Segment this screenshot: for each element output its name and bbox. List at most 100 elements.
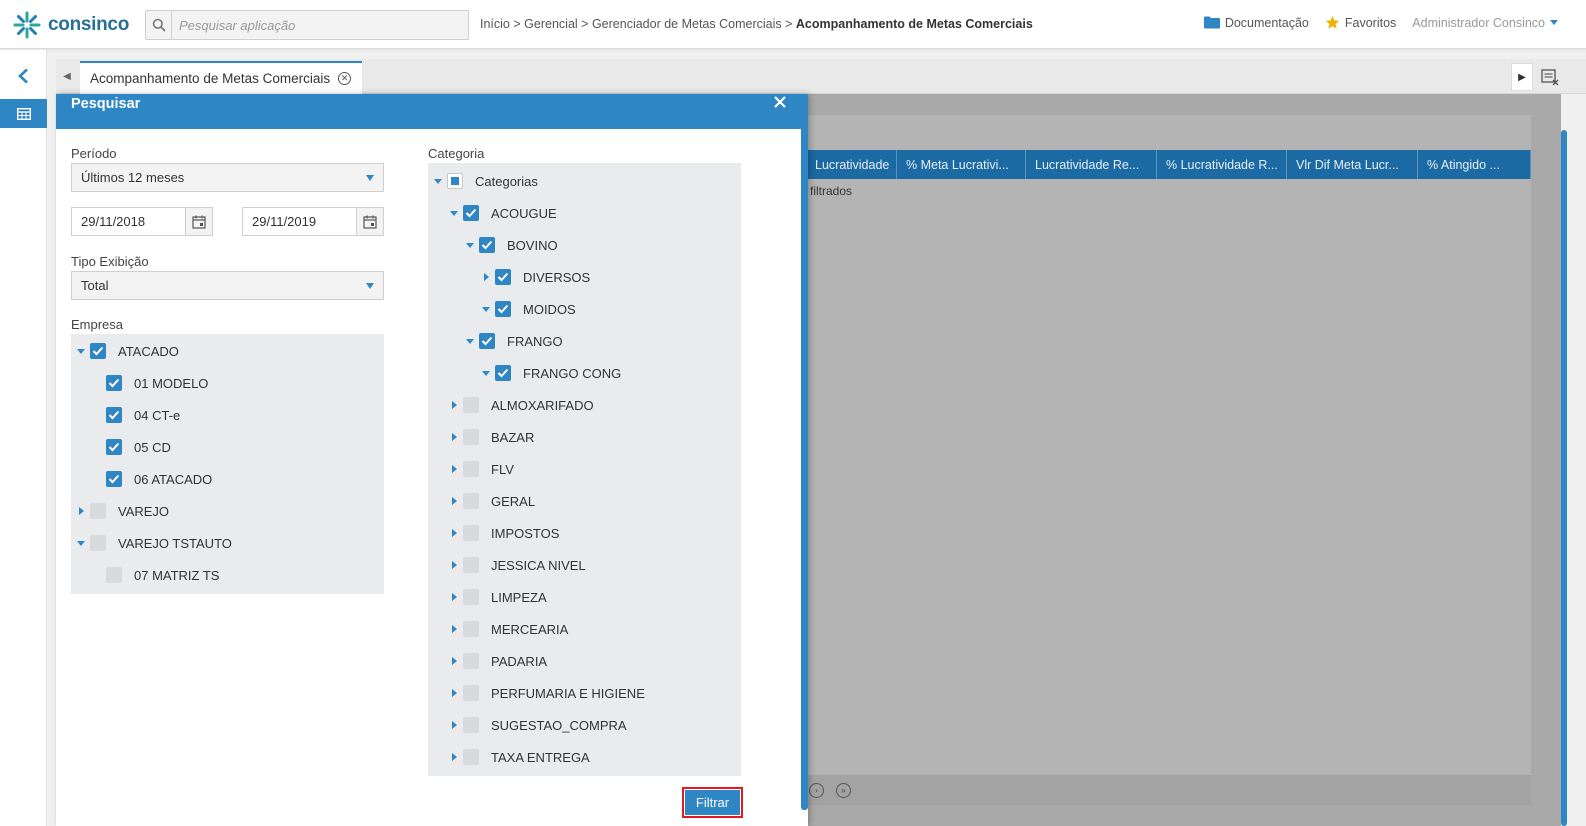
expand-arrow-right-icon[interactable]: [449, 688, 459, 698]
breadcrumb-item-gerenciador[interactable]: Gerenciador de Metas Comerciais: [592, 17, 782, 31]
tree-checkbox[interactable]: [463, 461, 479, 477]
breadcrumb-item-inicio[interactable]: Início: [480, 17, 510, 31]
tree-node[interactable]: FRANGO CONG: [481, 364, 621, 382]
tree-checkbox[interactable]: [106, 567, 122, 583]
logo[interactable]: consinco: [12, 10, 129, 40]
tree-checkbox[interactable]: [90, 535, 106, 551]
tipo-exibicao-select[interactable]: Total: [71, 271, 384, 300]
grid-column-header[interactable]: % Meta Lucrativi...: [897, 150, 1026, 179]
favorites-link[interactable]: Favoritos: [1325, 15, 1396, 30]
tree-checkbox[interactable]: [463, 397, 479, 413]
tree-node[interactable]: 06 ATACADO: [92, 470, 212, 488]
expand-arrow-right-icon[interactable]: [449, 528, 459, 538]
tree-checkbox[interactable]: [463, 525, 479, 541]
expand-arrow-down-icon[interactable]: [433, 176, 443, 186]
expand-arrow-right-icon[interactable]: [449, 720, 459, 730]
documentation-link[interactable]: Documentação: [1203, 16, 1309, 30]
tree-node[interactable]: IMPOSTOS: [449, 524, 559, 542]
tree-node[interactable]: 04 CT-e: [92, 406, 180, 424]
rail-item-applications[interactable]: [0, 99, 47, 128]
calendar-icon[interactable]: [185, 208, 212, 235]
tree-node[interactable]: BAZAR: [449, 428, 534, 446]
expand-arrow-right-icon[interactable]: [76, 506, 86, 516]
periodo-select[interactable]: Últimos 12 meses: [71, 163, 384, 192]
tree-checkbox[interactable]: [495, 269, 511, 285]
tree-node[interactable]: MOIDOS: [481, 300, 576, 318]
breadcrumb-item-gerencial[interactable]: Gerencial: [524, 17, 578, 31]
tree-node[interactable]: ALMOXARIFADO: [449, 396, 594, 414]
tree-node[interactable]: LIMPEZA: [449, 588, 547, 606]
tab-scroll-left-icon[interactable]: ◀: [56, 59, 78, 94]
tree-node[interactable]: ACOUGUE: [449, 204, 557, 222]
filter-button[interactable]: Filtrar: [685, 790, 740, 815]
user-menu[interactable]: Administrador Consinco: [1412, 16, 1558, 30]
tree-node[interactable]: PADARIA: [449, 652, 547, 670]
tree-checkbox[interactable]: [463, 493, 479, 509]
tab-scroll-right-icon[interactable]: ▶: [1511, 63, 1533, 91]
tab-list-icon[interactable]: [1540, 67, 1560, 87]
tree-node[interactable]: ATACADO: [76, 342, 179, 360]
grid-column-header[interactable]: Lucratividade Re...: [1026, 150, 1157, 179]
tree-node[interactable]: FRANGO: [465, 332, 563, 350]
expand-arrow-down-icon[interactable]: [76, 346, 86, 356]
expand-arrow-right-icon[interactable]: [449, 592, 459, 602]
expand-arrow-right-icon[interactable]: [449, 496, 459, 506]
search-input[interactable]: [172, 17, 462, 33]
tree-node[interactable]: SUGESTAO_COMPRA: [449, 716, 627, 734]
tree-node[interactable]: JESSICA NIVEL: [449, 556, 586, 574]
tree-checkbox[interactable]: [106, 471, 122, 487]
expand-arrow-down-icon[interactable]: [481, 304, 491, 314]
tree-checkbox[interactable]: [495, 301, 511, 317]
tree-checkbox[interactable]: [106, 407, 122, 423]
tree-checkbox[interactable]: [463, 557, 479, 573]
calendar-icon[interactable]: [356, 208, 383, 235]
expand-arrow-right-icon[interactable]: [449, 624, 459, 634]
search-icon[interactable]: [146, 11, 172, 39]
tree-checkbox[interactable]: [463, 717, 479, 733]
expand-arrow-right-icon[interactable]: [449, 560, 459, 570]
tree-checkbox[interactable]: [463, 653, 479, 669]
tree-node[interactable]: 01 MODELO: [92, 374, 208, 392]
tree-node[interactable]: MERCEARIA: [449, 620, 568, 638]
tree-checkbox[interactable]: [479, 333, 495, 349]
tree-node[interactable]: TAXA ENTREGA: [449, 748, 590, 766]
tree-checkbox[interactable]: [106, 439, 122, 455]
tab-acompanhamento[interactable]: Acompanhamento de Metas Comerciais ✕: [80, 61, 362, 94]
tree-checkbox[interactable]: [90, 343, 106, 359]
expand-arrow-right-icon[interactable]: [449, 400, 459, 410]
tree-checkbox[interactable]: [463, 205, 479, 221]
tree-checkbox[interactable]: [463, 589, 479, 605]
tree-node[interactable]: PERFUMARIA E HIGIENE: [449, 684, 645, 702]
close-icon[interactable]: [772, 94, 788, 110]
tree-checkbox[interactable]: [90, 503, 106, 519]
expand-arrow-down-icon[interactable]: [76, 538, 86, 548]
tree-node[interactable]: VAREJO TSTAUTO: [76, 534, 232, 552]
chevron-left-icon[interactable]: [12, 65, 34, 87]
tree-checkbox[interactable]: [463, 685, 479, 701]
tree-node[interactable]: DIVERSOS: [481, 268, 590, 286]
dialog-scrollbar[interactable]: [801, 106, 808, 810]
tree-node[interactable]: 07 MATRIZ TS: [92, 566, 219, 584]
expand-arrow-down-icon[interactable]: [465, 240, 475, 250]
tab-close-icon[interactable]: ✕: [338, 72, 352, 85]
tree-checkbox[interactable]: [479, 237, 495, 253]
grid-column-header[interactable]: Vlr Dif Meta Lucr...: [1287, 150, 1418, 179]
tree-checkbox[interactable]: [463, 749, 479, 765]
expand-arrow-right-icon[interactable]: [481, 272, 491, 282]
expand-arrow-right-icon[interactable]: [449, 464, 459, 474]
tree-checkbox[interactable]: [463, 621, 479, 637]
tree-node[interactable]: VAREJO: [76, 502, 169, 520]
tree-node[interactable]: Categorias: [433, 172, 538, 190]
tree-node[interactable]: GERAL: [449, 492, 535, 510]
search-box[interactable]: [145, 10, 469, 40]
expand-arrow-down-icon[interactable]: [481, 368, 491, 378]
grid-column-header[interactable]: Lucratividade: [806, 150, 897, 179]
grid-column-header[interactable]: % Atingido ...: [1418, 150, 1531, 179]
next-page-icon[interactable]: ›: [809, 783, 824, 798]
grid-column-header[interactable]: % Lucratividade R...: [1157, 150, 1287, 179]
tree-checkbox[interactable]: [447, 173, 463, 189]
last-page-icon[interactable]: »: [836, 783, 851, 798]
tree-node[interactable]: BOVINO: [465, 236, 558, 254]
tree-checkbox[interactable]: [495, 365, 511, 381]
tree-node[interactable]: FLV: [449, 460, 514, 478]
